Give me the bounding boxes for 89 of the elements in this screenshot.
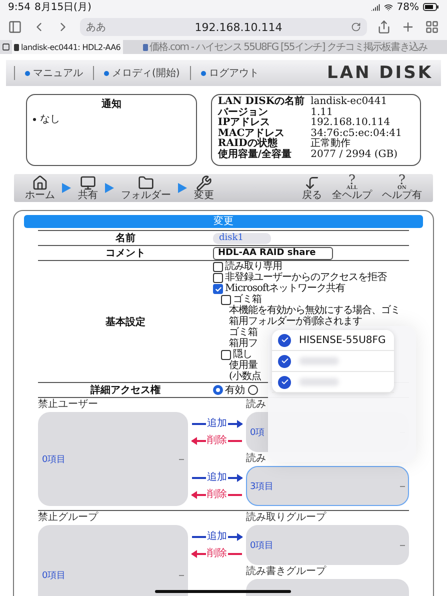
panel-title: 通知 <box>100 98 122 111</box>
note-text: (小数点 <box>229 371 261 382</box>
info-value: 正常動作 <box>310 139 352 150</box>
blurred-text <box>299 378 339 386</box>
comment-field[interactable]: HDL-AA RAID share <box>213 246 333 260</box>
device-item[interactable]: HISENSE-55U8FG <box>272 330 394 351</box>
checkbox[interactable] <box>213 262 223 272</box>
text-size-button[interactable]: ああ <box>86 22 106 33</box>
battery-percent: 78% <box>396 2 419 12</box>
list-title: 禁止グループ <box>38 511 100 525</box>
play-icon <box>62 183 71 193</box>
field-label: 詳細アクセス権 <box>89 384 162 397</box>
play-icon <box>105 183 114 193</box>
note-text: ゴミ箱 <box>229 327 258 338</box>
tab-overview-icon[interactable] <box>2 43 10 51</box>
sidebar-icon[interactable] <box>8 20 22 34</box>
info-value: 192.168.10.114 <box>310 118 392 128</box>
checkbox-label: 読み取り専用 <box>225 261 282 272</box>
info-label: IPアドレス <box>218 118 272 128</box>
toolbar-button[interactable]: 変更 <box>191 175 217 202</box>
list-title: 読み <box>246 452 267 466</box>
list-title: 読み <box>246 398 267 412</box>
list-box[interactable]: 0項目 <box>246 525 409 565</box>
url-text: 192.168.10.114 <box>194 20 284 34</box>
field-label: コメント <box>104 247 146 260</box>
note-text: 使用量 <box>229 360 258 371</box>
toolbar-button[interactable]: ホーム <box>22 175 58 202</box>
list-title: 禁止ユーザー <box>38 398 99 412</box>
list-title: 読み取りグループ <box>246 511 328 525</box>
list-box[interactable]: 0項目 <box>38 525 188 596</box>
signal-icon <box>370 2 380 12</box>
reload-icon[interactable] <box>351 22 361 32</box>
note-text: 本機能を有効から無効にする場合、ゴミ箱用フォルダーが削除されます <box>229 305 401 327</box>
radio-button[interactable] <box>248 384 258 395</box>
checkbox-label: Microsoftネットワーク共有 <box>225 283 346 294</box>
date-text: 8月15日(月) <box>34 1 92 14</box>
info-label: MACアドレス <box>218 128 286 138</box>
toolbar-button[interactable]: 共有 <box>75 175 101 202</box>
bullet-icon <box>33 118 36 120</box>
checkbox-label: 隠し <box>233 349 252 360</box>
wifi-icon <box>384 2 393 12</box>
info-label: RAIDの状態 <box>218 139 278 149</box>
radio-label: 有効 <box>225 384 245 396</box>
browser-tab[interactable]: landisk-ec0441: HDL2-AA6 <box>12 40 123 54</box>
toolbar-button[interactable]: フォルダー <box>118 175 174 202</box>
nav-link[interactable]: マニュアル <box>14 66 93 80</box>
battery-icon <box>423 3 439 11</box>
device-name: HISENSE-55U8FG <box>299 334 386 346</box>
monitor-icon <box>80 175 96 191</box>
return-icon <box>304 175 320 191</box>
list-box[interactable]: 0項目 <box>38 412 188 506</box>
disk-select[interactable]: disk1 <box>213 233 271 244</box>
info-label: バージョン <box>218 108 269 118</box>
home-icon <box>32 175 48 191</box>
checkbox[interactable] <box>213 273 223 283</box>
checkbox[interactable] <box>221 350 231 360</box>
field-label: 基本設定 <box>104 315 146 328</box>
info-value: 1.11 <box>310 108 334 118</box>
checkbox[interactable] <box>213 284 223 294</box>
info-label: LAN DISKの名前 <box>218 97 305 108</box>
field-label: 名前 <box>114 232 136 245</box>
toolbar-button[interactable]: 戻る <box>299 175 325 202</box>
play-icon <box>178 183 187 193</box>
plus-icon[interactable] <box>401 20 415 34</box>
wrench-icon <box>196 175 212 191</box>
address-bar[interactable]: ああ 192.168.10.114 <box>80 18 367 36</box>
info-label: 使用容量/全容量 <box>218 150 293 160</box>
radio-button[interactable] <box>213 384 223 395</box>
info-value: landisk-ec0441 <box>310 97 388 108</box>
nav-link[interactable]: メロディ(開始) <box>93 66 190 80</box>
info-value: 2077 / 2994 (GB) <box>310 150 399 160</box>
favicon-icon <box>14 44 19 50</box>
tabs-grid-icon[interactable] <box>425 20 439 34</box>
checkbox-label: 非登録ユーザーからのアクセスを拒否 <box>225 272 386 283</box>
list-title: 読み書きグループ <box>246 565 328 579</box>
share-icon[interactable] <box>377 20 391 34</box>
note-text: 箱用フ <box>229 338 258 349</box>
checkbox[interactable] <box>221 295 231 305</box>
blurred-text <box>299 357 339 365</box>
folder-icon <box>138 175 154 191</box>
clock-time: 9:54 <box>8 2 30 12</box>
nav-link[interactable]: ログアウト <box>190 66 269 80</box>
checkbox-label: ゴミ箱 <box>233 294 262 305</box>
list-box[interactable]: 3項目 <box>246 466 409 506</box>
logo: LAN DISK <box>327 63 433 83</box>
favicon-icon <box>142 44 148 50</box>
notice-item: なし <box>40 113 60 126</box>
card-title: 変更 <box>24 215 423 228</box>
info-value: 34:76:c5:ec:04:41 <box>310 128 403 138</box>
